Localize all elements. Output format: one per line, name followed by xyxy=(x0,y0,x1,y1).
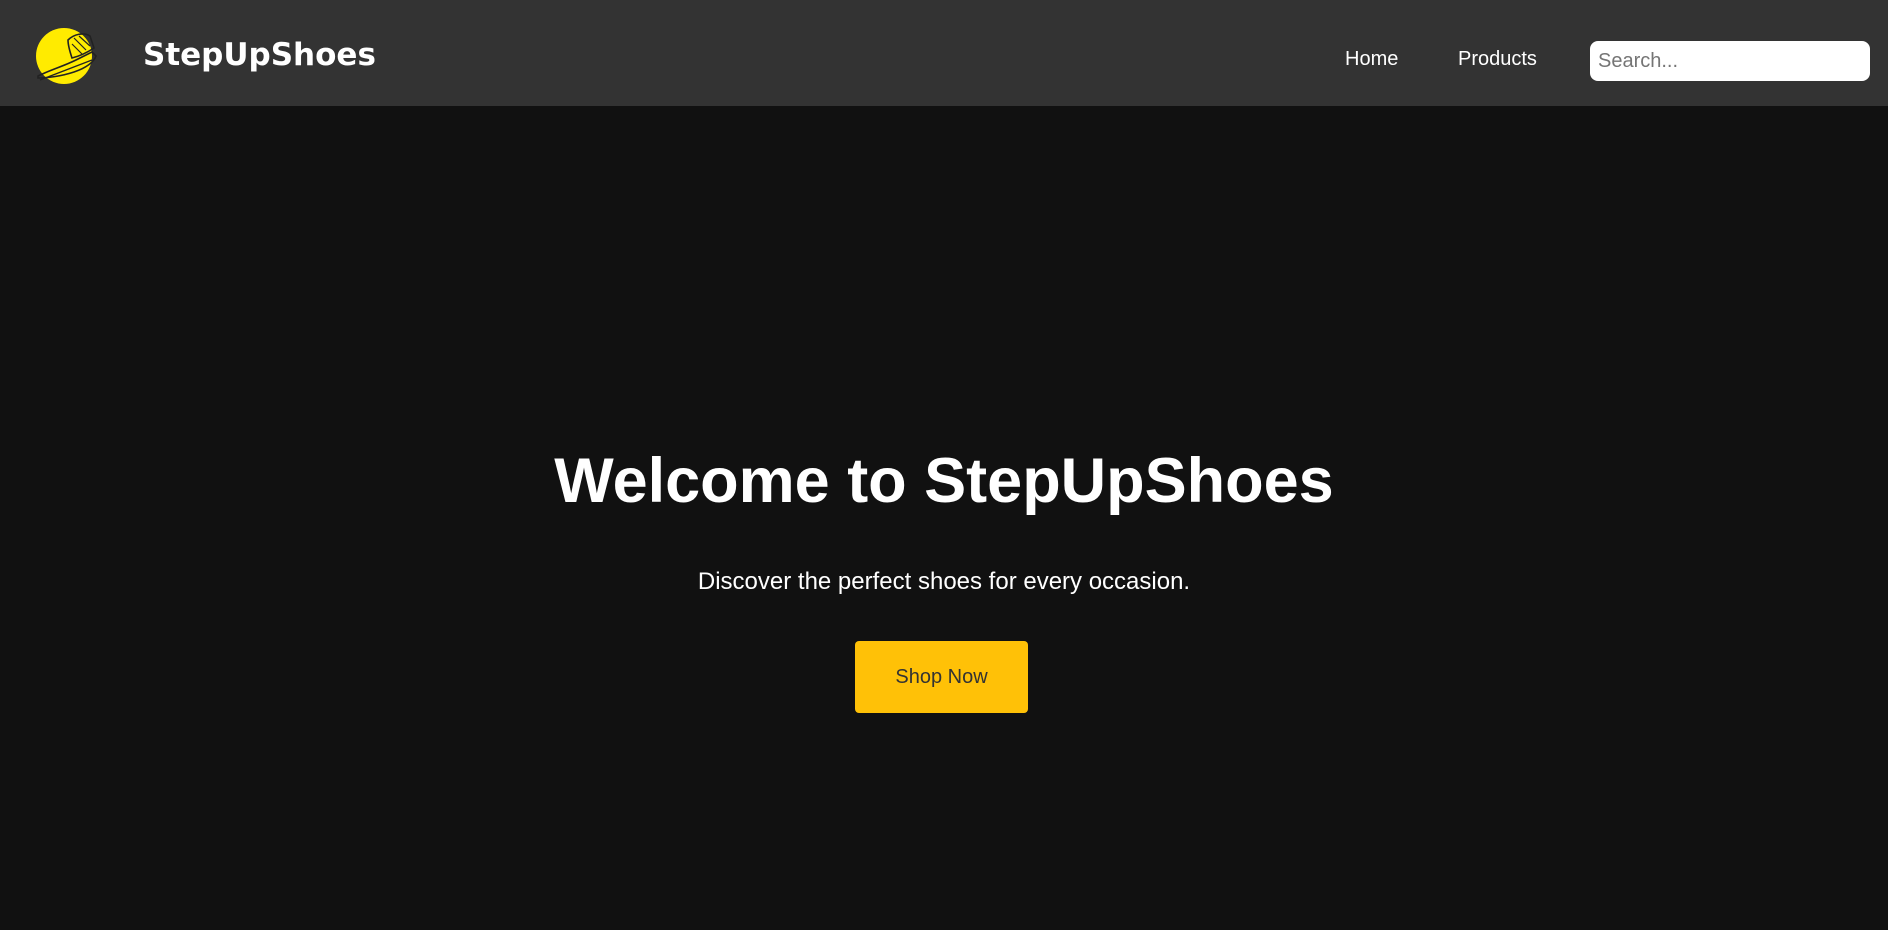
site-header: StepUpShoes Home Products xyxy=(0,0,1888,106)
nav-home-link[interactable]: Home xyxy=(1345,49,1398,69)
shop-now-button[interactable]: Shop Now xyxy=(855,641,1028,713)
hero-subtitle: Discover the perfect shoes for every occ… xyxy=(697,568,1191,595)
brand-name[interactable]: StepUpShoes xyxy=(143,40,376,71)
search-input[interactable] xyxy=(1590,41,1870,81)
hero-title: Welcome to StepUpShoes xyxy=(554,446,1334,516)
sneaker-icon[interactable] xyxy=(34,26,98,84)
nav-products-link[interactable]: Products xyxy=(1458,49,1537,69)
